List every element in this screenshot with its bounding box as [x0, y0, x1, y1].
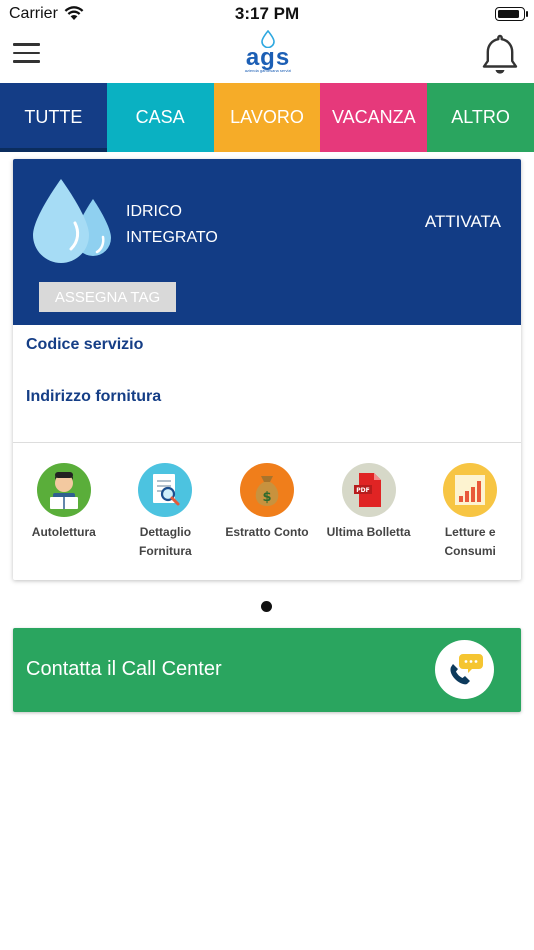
action-dettaglio-fornitura[interactable]: Dettaglio Fornitura	[115, 443, 217, 580]
category-tabs: TUTTE CASA LAVORO VACANZA ALTRO	[0, 83, 534, 152]
battery-level	[498, 10, 519, 18]
action-label: Ultima Bolletta	[326, 525, 411, 539]
svg-text:PDF: PDF	[356, 487, 369, 494]
service-name-line2: INTEGRATO	[126, 229, 218, 246]
tab-label: LAVORO	[230, 107, 304, 127]
tab-tutte[interactable]: TUTTE	[0, 83, 107, 152]
assign-tag-button[interactable]: ASSEGNA TAG	[39, 282, 176, 312]
tab-altro[interactable]: ALTRO	[427, 83, 534, 152]
tab-casa[interactable]: CASA	[106, 83, 214, 152]
hamburger-icon[interactable]	[13, 43, 40, 65]
svg-text:$: $	[262, 490, 271, 505]
service-card[interactable]: IDRICO INTEGRATO ATTIVATA ASSEGNA TAG Co…	[13, 159, 521, 580]
action-letture-consumi[interactable]: Letture e Consumi	[419, 443, 521, 580]
service-card-header: IDRICO INTEGRATO ATTIVATA ASSEGNA TAG	[13, 159, 521, 325]
action-autolettura[interactable]: Autolettura	[13, 443, 115, 580]
tab-label: TUTTE	[24, 107, 83, 127]
action-label: Dettaglio Fornitura	[139, 525, 192, 558]
tab-label: VACANZA	[331, 107, 416, 127]
app-logo: ags azienda gardesana servizi	[238, 28, 298, 82]
logo-text: ags	[245, 44, 291, 71]
service-actions: Autolettura Dettaglio Fornitura $ Estrat…	[13, 443, 521, 580]
action-label: Letture e Consumi	[444, 525, 496, 558]
call-center-label: Contatta il Call Center	[26, 658, 222, 680]
phone-chat-icon	[435, 640, 494, 699]
action-label: Autolettura	[31, 525, 96, 539]
service-code-label: Codice servizio	[26, 336, 144, 353]
tab-label: CASA	[135, 107, 185, 127]
bar-chart-icon	[443, 463, 498, 517]
status-time: 3:17 PM	[234, 4, 300, 23]
action-ultima-bolletta[interactable]: PDF Ultima Bolletta	[318, 443, 420, 580]
tab-vacanza[interactable]: VACANZA	[320, 83, 428, 152]
tab-label: ALTRO	[451, 107, 510, 127]
page-indicator-dot[interactable]	[261, 601, 272, 612]
call-center-button[interactable]: Contatta il Call Center	[13, 628, 521, 712]
tab-lavoro[interactable]: LAVORO	[213, 83, 321, 152]
money-bag-icon: $	[239, 463, 294, 517]
document-search-icon	[138, 463, 193, 517]
service-status: ATTIVATA	[424, 212, 501, 231]
service-name-line1: IDRICO	[126, 203, 182, 220]
logo-tagline: azienda gardesana servizi	[244, 68, 292, 73]
supply-address-label: Indirizzo fornitura	[26, 388, 162, 405]
action-estratto-conto[interactable]: $ Estratto Conto	[216, 443, 318, 580]
pdf-icon: PDF	[341, 463, 396, 517]
bell-icon[interactable]	[480, 33, 520, 77]
water-drops-icon	[33, 179, 111, 263]
nav-bar: ags azienda gardesana servizi	[0, 28, 534, 83]
action-label: Estratto Conto	[225, 525, 309, 539]
meter-reading-icon	[36, 463, 91, 517]
service-name: IDRICO INTEGRATO	[126, 199, 286, 251]
status-bar: Carrier 3:17 PM	[0, 0, 534, 28]
battery-icon	[495, 7, 528, 21]
